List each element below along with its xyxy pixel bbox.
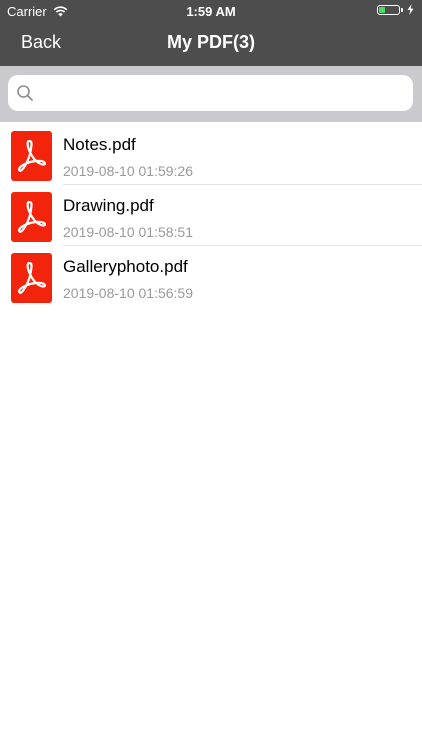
battery-level-fill <box>379 6 385 13</box>
file-list-item[interactable]: Galleryphoto.pdf 2019-08-10 01:56:59 <box>0 245 422 306</box>
navigation-bar: Back My PDF(3) <box>0 22 422 66</box>
file-date: 2019-08-10 01:59:26 <box>63 163 193 179</box>
battery-tip <box>401 7 403 12</box>
search-input[interactable] <box>40 75 409 113</box>
magnifier-icon <box>17 85 33 101</box>
file-name: Notes.pdf <box>63 135 136 154</box>
status-time: 1:59 AM <box>186 4 236 19</box>
file-list-item[interactable]: Drawing.pdf 2019-08-10 01:58:51 <box>0 184 422 245</box>
search-bar-container <box>0 66 422 122</box>
pdf-acrobat-icon <box>11 253 52 303</box>
header: Carrier 1:59 AM Back My PDF(3) <box>0 0 422 66</box>
lightning-bolt-icon <box>407 4 414 15</box>
page-title: My PDF(3) <box>166 32 255 52</box>
pdf-acrobat-icon <box>11 192 52 242</box>
file-list-item[interactable]: Notes.pdf 2019-08-10 01:59:26 <box>0 123 422 184</box>
pdf-acrobat-icon <box>11 131 52 181</box>
file-date: 2019-08-10 01:56:59 <box>63 285 193 301</box>
file-list: Notes.pdf 2019-08-10 01:59:26 Drawing.pd… <box>0 123 422 306</box>
file-name: Galleryphoto.pdf <box>63 257 188 276</box>
search-box[interactable] <box>8 75 413 113</box>
file-name: Drawing.pdf <box>63 196 154 215</box>
file-date: 2019-08-10 01:58:51 <box>63 224 193 240</box>
battery-icon <box>377 4 400 15</box>
battery-group <box>377 4 414 15</box>
status-bar: Carrier 1:59 AM <box>0 0 422 22</box>
